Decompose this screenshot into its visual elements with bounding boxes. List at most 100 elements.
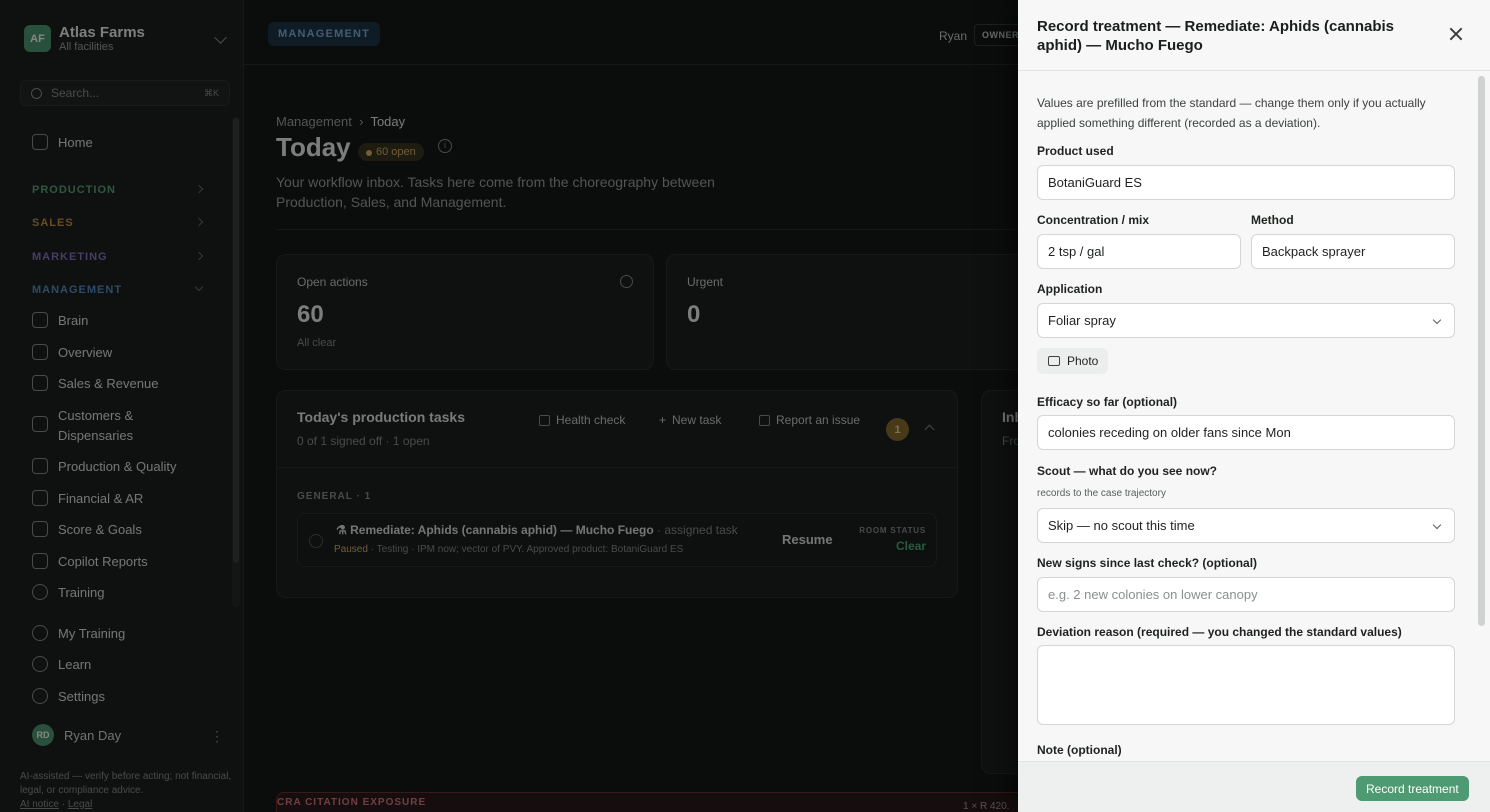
application-select[interactable]: Foliar spray (1037, 303, 1455, 338)
sidebar-item-copilot-reports[interactable]: Copilot Reports (32, 553, 148, 569)
check-circle-icon (620, 275, 633, 288)
home-icon (32, 134, 48, 150)
room-status-label: ROOM STATUS (859, 526, 926, 535)
search-placeholder: Search... (51, 86, 100, 100)
efficacy-input[interactable]: colonies receding on older fans since Mo… (1037, 415, 1455, 450)
select-value: Skip — no scout this time (1048, 518, 1195, 533)
section-management[interactable]: MANAGEMENT (32, 284, 122, 296)
banner-label: CRA CITATION EXPOSURE (277, 797, 427, 808)
search-icon (31, 88, 42, 99)
health-check-button[interactable]: Health check (539, 413, 625, 427)
chevron-down-icon (194, 282, 204, 292)
panel-header: Record treatment — Remediate: Aphids (ca… (1018, 0, 1490, 71)
sidebar-item-production-quality[interactable]: Production & Quality (32, 458, 177, 474)
deviation-textarea[interactable] (1037, 645, 1455, 725)
header-user[interactable]: Ryan (939, 29, 967, 43)
sidebar-item-customers[interactable]: Customers & Dispensaries (32, 406, 172, 446)
chevron-up-icon[interactable] (924, 424, 935, 435)
sidebar-item-training[interactable]: Training (32, 584, 104, 600)
new-task-button[interactable]: + New task (659, 413, 721, 427)
chevron-down-icon[interactable] (214, 31, 227, 44)
leaf-icon (539, 414, 550, 426)
org-name: Atlas Farms (59, 24, 145, 41)
sidebar-item-overview[interactable]: Overview (32, 344, 112, 360)
sidebar-item-label: Settings (58, 688, 105, 704)
panel-body: Values are prefilled from the standard —… (1018, 72, 1490, 761)
section-sales[interactable]: SALES (32, 217, 74, 229)
card-label: Urgent (687, 275, 724, 289)
org-avatar: AF (24, 25, 51, 52)
note-label: Note (optional) (1037, 743, 1122, 757)
page-description: Your workflow inbox. Tasks here come fro… (276, 174, 715, 210)
card-title: Today's production tasks (297, 409, 465, 425)
close-icon[interactable] (1448, 26, 1464, 42)
sidebar-item-learn[interactable]: Learn (32, 656, 91, 672)
sidebar-scroll-thumb[interactable] (233, 118, 239, 563)
ai-notice-link[interactable]: AI notice (20, 799, 59, 810)
cra-amount: 1 × R 420. (963, 801, 1010, 812)
report-issue-button[interactable]: Report an issue (759, 413, 860, 427)
concentration-label: Concentration / mix (1037, 213, 1150, 227)
sidebar-item-sales-revenue[interactable]: Sales & Revenue (32, 375, 158, 391)
status-badge: 60 open (358, 143, 424, 161)
search-input[interactable]: Search... ⌘K (20, 80, 230, 106)
group-label: GENERAL · 1 (297, 491, 372, 502)
task-checkbox[interactable] (309, 534, 323, 548)
sidebar-item-label: Score & Goals (58, 521, 142, 537)
product-input[interactable]: BotaniGuard ES (1037, 165, 1455, 200)
sidebar-item-label: Production & Quality (58, 458, 177, 474)
info-icon[interactable]: i (438, 139, 452, 153)
help-icon (32, 656, 48, 672)
resume-button[interactable]: Resume (782, 532, 833, 547)
file-icon (32, 553, 48, 569)
sidebar-item-label: Home (58, 134, 93, 150)
section-production[interactable]: PRODUCTION (32, 184, 116, 196)
card-subtitle: 0 of 1 signed off · 1 open (297, 434, 430, 448)
concentration-input[interactable]: 2 tsp / gal (1037, 234, 1241, 269)
task-assigned: · assigned task (657, 523, 738, 537)
sidebar-item-my-training[interactable]: My Training (32, 625, 125, 641)
sidebar: AF Atlas Farms All facilities Search... … (0, 0, 244, 812)
photo-button[interactable]: Photo (1037, 348, 1109, 374)
legal-link[interactable]: Legal (68, 799, 92, 810)
deviation-label: Deviation reason (required — you changed… (1037, 625, 1402, 639)
dollar-icon (32, 490, 48, 506)
more-vertical-icon[interactable]: ⋮ (210, 728, 224, 745)
new-signs-input[interactable]: e.g. 2 new colonies on lower canopy (1037, 577, 1455, 612)
sidebar-item-brain[interactable]: Brain (32, 312, 88, 328)
card-label: Open actions (297, 275, 368, 289)
button-label: Report an issue (776, 413, 861, 427)
button-label: Health check (556, 413, 626, 427)
urgent-card: Urgent 0 (666, 254, 1044, 370)
user-profile[interactable]: RD Ryan Day (32, 724, 121, 746)
section-marketing[interactable]: MARKETING (32, 251, 108, 263)
divider (276, 229, 1018, 230)
sidebar-item-label: Financial & AR (58, 490, 144, 506)
sidebar-item-home[interactable]: Home (32, 134, 93, 150)
sidebar-item-settings[interactable]: Settings (32, 688, 105, 704)
breadcrumb-current: Today (370, 114, 406, 129)
scout-select[interactable]: Skip — no scout this time (1037, 508, 1455, 543)
breadcrumb-parent[interactable]: Management (276, 114, 352, 129)
sidebar-item-score-goals[interactable]: Score & Goals (32, 521, 142, 537)
chevron-right-icon (194, 217, 204, 227)
scout-label: Scout — what do you see now? (1037, 464, 1218, 478)
sidebar-item-financial-ar[interactable]: Financial & AR (32, 490, 143, 506)
sidebar-item-label: Sales & Revenue (58, 375, 159, 391)
task-row[interactable]: ⚗ Remediate: Aphids (cannabis aphid) — M… (297, 513, 937, 567)
check-circle-icon (32, 625, 48, 641)
camera-icon (1048, 356, 1060, 366)
chevron-right-icon (194, 251, 204, 261)
activity-icon (32, 312, 48, 328)
org-switcher[interactable]: AF Atlas Farms All facilities (24, 24, 145, 53)
page-title: Today (276, 132, 351, 162)
task-count-badge: 1 (886, 418, 909, 441)
room-status-value: Clear (895, 539, 926, 553)
chevron-right-icon (194, 184, 204, 194)
intro-text: Values are prefilled from the standard —… (1037, 96, 1426, 130)
panel-scrollbar[interactable] (1478, 76, 1485, 626)
method-input[interactable]: Backpack sprayer (1251, 234, 1455, 269)
efficacy-label: Efficacy so far (optional) (1037, 395, 1178, 409)
record-treatment-button[interactable]: Record treatment (1356, 776, 1469, 801)
task-meta: Paused · Testing · IPM now; vector of PV… (334, 544, 683, 555)
